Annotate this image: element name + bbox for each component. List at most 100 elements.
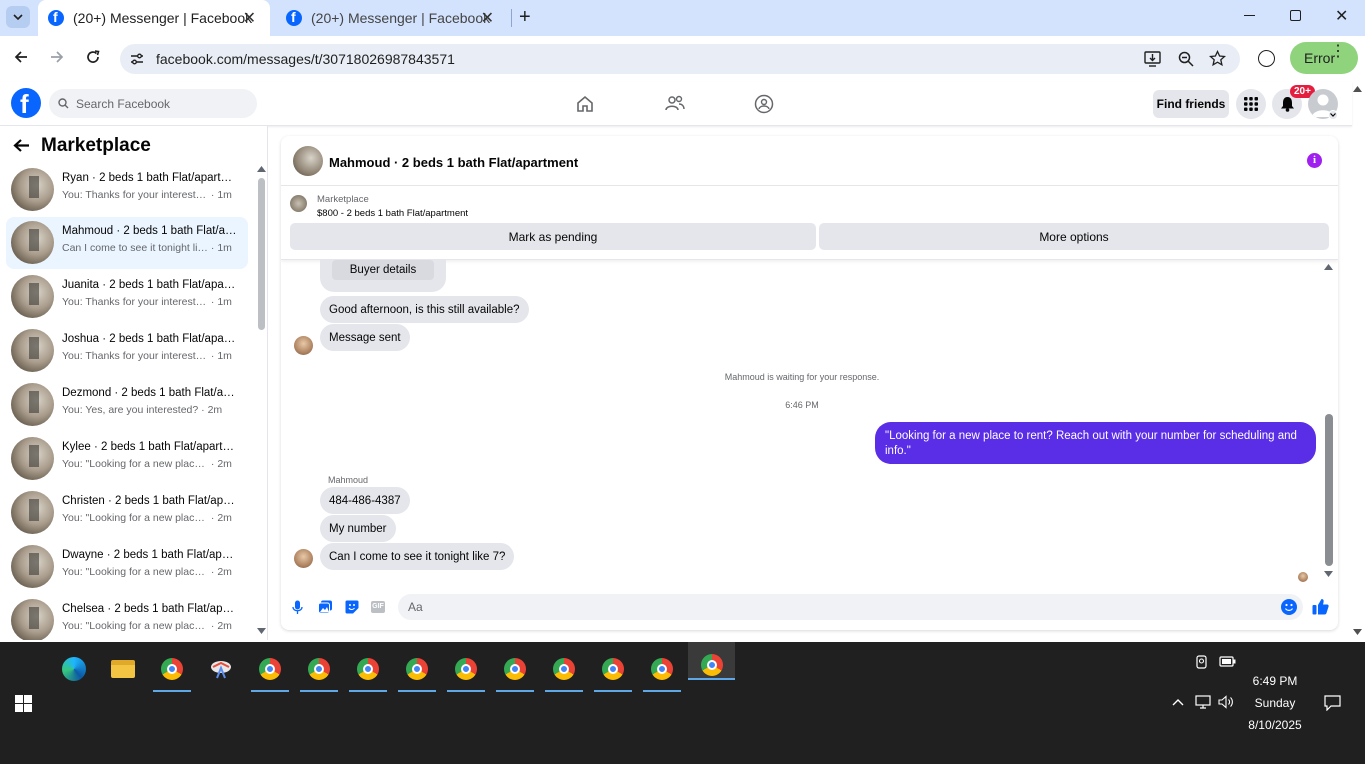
avatar	[11, 491, 54, 534]
chat-scroll-up-arrow[interactable]	[1324, 264, 1333, 270]
chat-title[interactable]: Mahmoud · 2 beds 1 bath Flat/apartment	[329, 155, 578, 170]
back-icon[interactable]	[13, 49, 29, 65]
chrome-taskbar-icon[interactable]	[153, 650, 191, 692]
page-scrollbar-up-arrow[interactable]	[1353, 86, 1362, 92]
tab-messenger[interactable]: (20+) Messenger | Facebook ✕	[276, 0, 508, 36]
zoom-icon[interactable]	[1178, 51, 1194, 67]
snipping-tool-taskbar-icon[interactable]	[202, 650, 240, 688]
gif-icon[interactable]: GIF	[371, 601, 385, 613]
chrome-profile-taskbar-icon[interactable]	[398, 650, 436, 692]
conversation-name: Dwayne · 2 beds 1 bath Flat/apartment	[62, 549, 238, 561]
conversation-item[interactable]: Chelsea · 2 beds 1 bath Flat/apartment Y…	[6, 595, 248, 640]
clock-time[interactable]: 6:49 PM	[1240, 674, 1310, 688]
conversation-item[interactable]: Dezmond · 2 beds 1 bath Flat/apartment Y…	[6, 379, 248, 431]
chrome-profile-taskbar-icon[interactable]	[349, 650, 387, 692]
notification-center-icon[interactable]	[1324, 695, 1341, 711]
battery-icon[interactable]	[1219, 656, 1236, 667]
chat-scrollbar-thumb[interactable]	[1325, 414, 1333, 566]
chrome-profile-taskbar-icon[interactable]	[545, 650, 583, 692]
profile-error-button[interactable]: Error ⋮	[1290, 42, 1358, 74]
conversation-item[interactable]: Juanita · 2 beds 1 bath Flat/apartment Y…	[6, 271, 248, 323]
meet-now-icon[interactable]	[1196, 655, 1210, 669]
sender-avatar[interactable]	[294, 549, 313, 568]
groups-nav-icon[interactable]	[754, 94, 774, 114]
conversation-preview: Can I come to see it tonight like 7? · 1…	[62, 242, 232, 254]
bookmark-star-icon[interactable]	[1209, 50, 1226, 67]
conversation-name: Christen · 2 beds 1 bath Flat/apartment	[62, 495, 238, 507]
conversation-item[interactable]: Ryan · 2 beds 1 bath Flat/apartment You:…	[6, 164, 248, 216]
tab-messenger-active[interactable]: (20+) Messenger | Facebook ✕	[38, 0, 270, 36]
info-icon[interactable]: i	[1307, 153, 1322, 168]
sticker-icon[interactable]	[345, 600, 359, 614]
photo-icon[interactable]	[318, 600, 333, 614]
friends-nav-icon[interactable]	[665, 94, 685, 112]
tab-search-dropdown-icon[interactable]	[6, 6, 30, 28]
new-tab-icon[interactable]: +	[519, 6, 531, 29]
network-icon[interactable]	[1195, 695, 1211, 709]
omnibox[interactable]: facebook.com/messages/t/3071802698784357…	[120, 44, 1240, 74]
conversation-name: Joshua · 2 beds 1 bath Flat/apartment	[62, 333, 238, 345]
facebook-logo-icon[interactable]: f	[11, 88, 41, 119]
show-hidden-icons-chevron[interactable]	[1172, 698, 1184, 706]
start-windows-icon[interactable]	[15, 695, 32, 712]
conversation-preview: You: Thanks for your interest and i... ·…	[62, 296, 232, 308]
buyer-details-button[interactable]: Buyer details	[332, 260, 434, 280]
account-chevron-icon[interactable]	[1328, 110, 1338, 120]
minimize-icon[interactable]	[1244, 15, 1255, 16]
conversation-item[interactable]: Joshua · 2 beds 1 bath Flat/apartment Yo…	[6, 325, 248, 377]
listing-thumbnail[interactable]	[290, 195, 307, 212]
chrome-profile-taskbar-icon[interactable]	[447, 650, 485, 692]
reload-icon[interactable]	[85, 49, 101, 65]
chrome-profile-taskbar-icon-active[interactable]	[688, 642, 735, 680]
sidebar-scrollbar-thumb[interactable]	[258, 178, 265, 330]
sidebar-scroll-up-arrow[interactable]	[257, 166, 266, 172]
message-bubble-incoming: My number	[320, 515, 396, 542]
chrome-profile-taskbar-icon[interactable]	[251, 650, 289, 692]
find-friends-button[interactable]: Find friends	[1153, 90, 1229, 118]
menu-kebab-icon[interactable]: ⋮	[1330, 44, 1346, 60]
chat-scroll-down-arrow[interactable]	[1324, 571, 1333, 577]
windows-taskbar: 6:49 PM Sunday 8/10/2025	[0, 642, 1365, 764]
avatar	[11, 545, 54, 588]
tab-close-icon[interactable]: ✕	[481, 8, 494, 28]
conversation-preview: You: Thanks for your interest and i... ·…	[62, 189, 232, 201]
site-info-icon[interactable]	[130, 52, 144, 66]
message-bubble-incoming: Good afternoon, is this still available?	[320, 296, 529, 323]
read-receipt-avatar	[1298, 572, 1308, 582]
menu-grid-button[interactable]	[1236, 89, 1266, 119]
restore-icon[interactable]	[1290, 10, 1301, 21]
back-arrow-icon[interactable]	[13, 138, 30, 153]
install-app-icon[interactable]	[1144, 51, 1161, 67]
mark-as-pending-button[interactable]: Mark as pending	[290, 223, 816, 250]
microphone-icon[interactable]	[292, 600, 303, 615]
conversation-item[interactable]: Dwayne · 2 beds 1 bath Flat/apartment Yo…	[6, 541, 248, 593]
avatar	[11, 437, 54, 480]
more-options-button[interactable]: More options	[819, 223, 1329, 250]
chat-avatar[interactable]	[293, 146, 323, 176]
conversation-item-selected[interactable]: Mahmoud · 2 beds 1 bath Flat/apartment C…	[6, 217, 248, 269]
volume-icon[interactable]	[1218, 695, 1235, 709]
emoji-icon[interactable]	[1281, 599, 1297, 615]
forward-icon[interactable]	[49, 49, 65, 65]
message-input[interactable]: Aa	[398, 594, 1303, 620]
sidebar-scroll-down-arrow[interactable]	[257, 628, 266, 634]
chrome-profile-taskbar-icon[interactable]	[643, 650, 681, 692]
sender-avatar[interactable]	[294, 336, 313, 355]
conversation-item[interactable]: Kylee · 2 beds 1 bath Flat/apartment You…	[6, 433, 248, 485]
facebook-search-input[interactable]: Search Facebook	[49, 89, 257, 118]
conversation-item[interactable]: Christen · 2 beds 1 bath Flat/apartment …	[6, 487, 248, 539]
file-explorer-taskbar-icon[interactable]	[104, 650, 142, 688]
chrome-profile-taskbar-icon[interactable]	[594, 650, 632, 692]
clock-date[interactable]: 8/10/2025	[1240, 718, 1310, 732]
thumbs-up-icon[interactable]	[1312, 598, 1329, 615]
page-scrollbar-down-arrow[interactable]	[1353, 629, 1362, 635]
close-window-icon[interactable]: ✕	[1335, 6, 1348, 26]
listing-price[interactable]: $800 - 2 beds 1 bath Flat/apartment	[317, 208, 468, 219]
chrome-profile-taskbar-icon[interactable]	[496, 650, 534, 692]
tab-close-icon[interactable]: ✕	[243, 8, 256, 28]
chrome-profile-taskbar-icon[interactable]	[300, 650, 338, 692]
edge-taskbar-icon[interactable]	[55, 650, 93, 688]
clock-day[interactable]: Sunday	[1240, 696, 1310, 710]
profile-icon[interactable]	[1258, 50, 1275, 67]
home-nav-icon[interactable]	[576, 95, 594, 113]
